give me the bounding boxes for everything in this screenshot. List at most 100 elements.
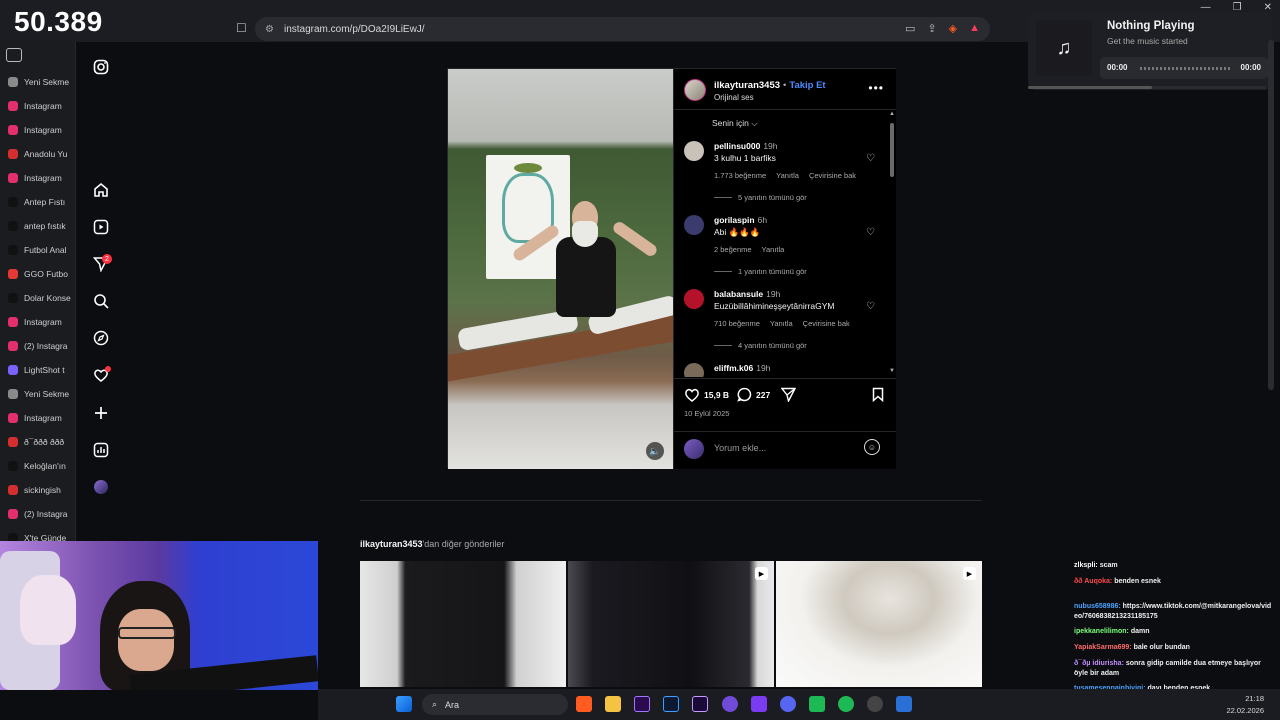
browser-tab[interactable]: Antep Fıstı — [0, 192, 76, 212]
more-posts-username[interactable]: ilkayturan3453 — [360, 539, 423, 549]
browser-tab[interactable]: Instagram — [0, 408, 76, 428]
search-icon[interactable] — [92, 292, 110, 310]
browser-tab[interactable]: Instagram — [0, 96, 76, 116]
comment-likes[interactable]: 2 beğenme — [714, 245, 752, 254]
browser-tab[interactable]: Keloğlan'ın — [0, 456, 76, 476]
create-plus-icon[interactable] — [92, 404, 110, 422]
browser-tab[interactable]: Yeni Sekme — [0, 384, 76, 404]
browser-tab[interactable]: ð¯ððð ððð — [0, 432, 76, 452]
browser-tab[interactable]: LightShot t — [0, 360, 76, 380]
tab-favicon-icon — [8, 437, 18, 447]
comment-like-icon[interactable]: ♡ — [866, 153, 875, 164]
app-icon[interactable] — [867, 696, 883, 712]
browser-tab[interactable]: Futbol Anal — [0, 240, 76, 260]
spotify-icon[interactable] — [838, 696, 854, 712]
premiere-icon[interactable] — [634, 696, 650, 712]
brave-shield-icon[interactable]: ◈ — [949, 22, 957, 35]
comment-reply-button[interactable]: Yanıtla — [762, 245, 785, 254]
comment-likes[interactable]: 1.773 beğenme — [714, 171, 766, 180]
tab-favicon-icon — [8, 461, 18, 471]
browser-tab[interactable]: Instagram — [0, 120, 76, 140]
comment-username[interactable]: pellinsu000 — [714, 141, 760, 151]
browser-tab[interactable]: GGO Futbo — [0, 264, 76, 284]
brave-rewards-icon[interactable]: ▲ — [969, 22, 980, 35]
address-bar[interactable]: ⚙ instagram.com/p/DOa2I9LiEwJ/ ▭ ⇪ ◈ ▲ — [255, 17, 990, 41]
windows-taskbar: ⌕ Ara 21:18 22.02.2026 — [318, 689, 1280, 720]
more-post-thumbnail[interactable]: ▶ — [568, 561, 774, 687]
chat-text: bale olur bundan — [1133, 644, 1190, 651]
comment-reply-button[interactable]: Yanıtla — [770, 319, 793, 328]
instagram-logo-icon[interactable] — [92, 58, 110, 76]
comment-reply-button[interactable]: Yanıtla — [776, 171, 799, 180]
share-icon[interactable]: ⇪ — [927, 22, 936, 35]
taskbar-clock[interactable]: 21:18 22.02.2026 — [1226, 693, 1264, 717]
app-icon[interactable] — [896, 696, 912, 712]
bookmark-icon[interactable]: ☐ — [236, 21, 247, 35]
browser-tab[interactable]: Dolar Konse — [0, 288, 76, 308]
browser-tab[interactable]: (2) Instagra — [0, 336, 76, 356]
browser-tab[interactable]: Anadolu Yu — [0, 144, 76, 164]
browser-tab[interactable]: Instagram — [0, 168, 76, 188]
comment-avatar[interactable] — [684, 141, 704, 161]
dashboard-icon[interactable] — [92, 441, 110, 459]
comment-like-icon[interactable]: ♡ — [866, 301, 875, 312]
photoshop-icon[interactable] — [663, 696, 679, 712]
sidebar-toggle-icon[interactable] — [6, 48, 22, 62]
comment-username[interactable]: eliffm.k06 — [714, 363, 753, 373]
comment-username[interactable]: gorilaspin — [714, 215, 755, 225]
music-subtitle: Get the music started — [1107, 36, 1188, 46]
browser-tab[interactable]: Instagram — [0, 312, 76, 332]
browser-tab-label: Instagram — [24, 413, 62, 423]
brave-browser-icon[interactable] — [576, 696, 592, 712]
more-post-thumbnail[interactable]: ▶ — [776, 561, 982, 687]
profile-avatar[interactable] — [92, 478, 110, 496]
cast-icon[interactable]: ▭ — [905, 22, 915, 35]
comments-count: 227 — [756, 389, 771, 400]
comment-username[interactable]: balabansule — [714, 289, 763, 299]
file-explorer-icon[interactable] — [605, 696, 621, 712]
media-player-icon[interactable] — [751, 696, 767, 712]
app-icon[interactable] — [809, 696, 825, 712]
taskbar-search[interactable]: ⌕ Ara — [422, 694, 568, 715]
comment-avatar[interactable] — [684, 363, 704, 377]
like-button[interactable]: 15,9 B — [684, 387, 729, 402]
music-seek-track[interactable] — [1140, 67, 1230, 70]
browser-tab-label: LightShot t — [24, 365, 65, 375]
app-icon[interactable] — [722, 696, 738, 712]
page-scrollbar[interactable] — [1268, 40, 1274, 390]
mute-icon[interactable]: 🔈 — [646, 442, 664, 460]
browser-tab[interactable]: (2) Instagra — [0, 504, 76, 524]
comment-translate-button[interactable]: Çevirisine bak — [809, 171, 856, 180]
comment-likes[interactable]: 710 beğenme — [714, 319, 760, 328]
comment-button[interactable]: 227 — [737, 387, 770, 402]
overlay-counter: 50.389 — [14, 6, 103, 37]
site-info-icon[interactable]: ⚙ — [265, 24, 274, 35]
comment-translate-button[interactable]: Çevirisine bak — [803, 319, 850, 328]
search-icon: ⌕ — [432, 699, 438, 709]
notifications-dot — [105, 366, 111, 372]
browser-tab[interactable]: antep fıstık — [0, 216, 76, 236]
view-replies-button[interactable]: 5 yanıtın tümünü gör — [714, 193, 807, 202]
add-comment-input[interactable]: Yorum ekle... — [714, 443, 766, 453]
comment-like-icon[interactable]: ♡ — [866, 227, 875, 238]
view-replies-button[interactable]: 4 yanıtın tümünü gör — [714, 341, 807, 350]
save-button[interactable] — [872, 387, 884, 402]
more-post-thumbnail[interactable] — [360, 561, 566, 687]
tab-favicon-icon — [8, 125, 18, 135]
browser-tab-label: antep fıstık — [24, 221, 66, 231]
comment-avatar[interactable] — [684, 289, 704, 309]
windows-start-icon[interactable] — [396, 696, 412, 712]
comment-avatar[interactable] — [684, 215, 704, 235]
after-effects-icon[interactable] — [692, 696, 708, 712]
discord-icon[interactable] — [780, 696, 796, 712]
browser-tab[interactable]: sickingish — [0, 480, 76, 500]
reels-icon[interactable] — [92, 218, 110, 236]
share-button[interactable] — [781, 387, 796, 402]
browser-tab-label: (2) Instagra — [24, 341, 68, 351]
explore-icon[interactable] — [92, 329, 110, 347]
view-replies-button[interactable]: 1 yanıtın tümünü gör — [714, 267, 807, 276]
emoji-icon[interactable]: ☺ — [864, 439, 880, 455]
post-video[interactable]: 🔈 — [448, 69, 673, 469]
home-icon[interactable] — [92, 181, 110, 199]
browser-tab[interactable]: Yeni Sekme — [0, 72, 76, 92]
